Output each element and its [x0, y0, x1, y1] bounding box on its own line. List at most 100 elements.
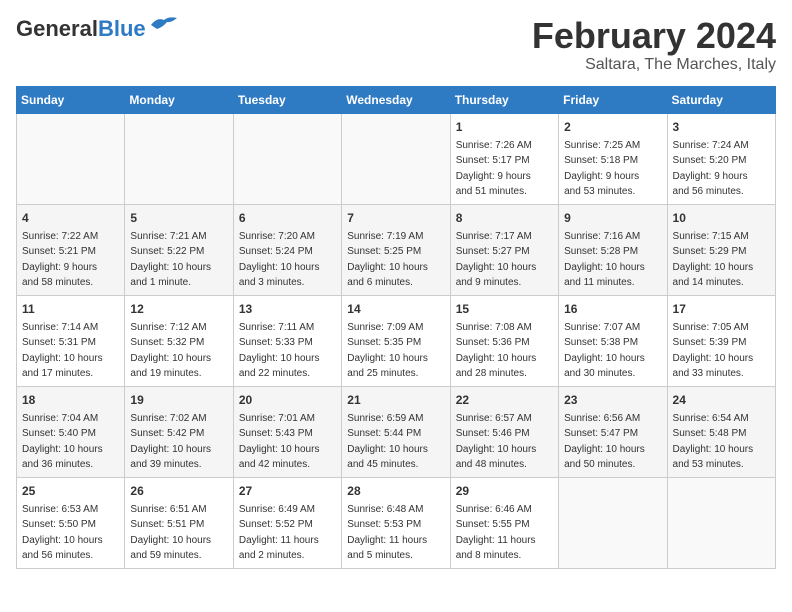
day-number: 23 — [564, 391, 661, 409]
day-info: Sunrise: 7:12 AMSunset: 5:32 PMDaylight:… — [130, 320, 227, 382]
day-number: 16 — [564, 300, 661, 318]
day-number: 8 — [456, 209, 553, 227]
day-info: Sunrise: 7:26 AMSunset: 5:17 PMDaylight:… — [456, 138, 553, 200]
day-of-week-header: Friday — [559, 86, 667, 113]
logo-general-text: General — [16, 16, 98, 42]
calendar-cell: 4 Sunrise: 7:22 AMSunset: 5:21 PMDaylight… — [17, 204, 125, 295]
calendar-cell: 12 Sunrise: 7:12 AMSunset: 5:32 PMDayligh… — [125, 295, 233, 386]
day-number: 26 — [130, 482, 227, 500]
day-of-week-header: Thursday — [450, 86, 558, 113]
calendar-cell: 18 Sunrise: 7:04 AMSunset: 5:40 PMDayligh… — [17, 386, 125, 477]
day-info: Sunrise: 6:54 AMSunset: 5:48 PMDaylight:… — [673, 411, 770, 473]
day-number: 29 — [456, 482, 553, 500]
day-of-week-header: Saturday — [667, 86, 775, 113]
day-number: 4 — [22, 209, 119, 227]
day-number: 9 — [564, 209, 661, 227]
location-title: Saltara, The Marches, Italy — [532, 56, 776, 74]
calendar-cell: 11Sunrise: 7:14 AMSunset: 5:31 PMDayligh… — [17, 295, 125, 386]
day-number: 17 — [673, 300, 770, 318]
day-info: Sunrise: 7:20 AMSunset: 5:24 PMDaylight:… — [239, 229, 336, 291]
calendar-cell: 28 Sunrise: 6:48 AMSunset: 5:53 PMDayligh… — [342, 477, 450, 568]
calendar-cell — [233, 113, 341, 204]
day-number: 3 — [673, 118, 770, 136]
calendar-cell: 29 Sunrise: 6:46 AMSunset: 5:55 PMDayligh… — [450, 477, 558, 568]
calendar-cell — [667, 477, 775, 568]
day-info: Sunrise: 7:09 AMSunset: 5:35 PMDaylight:… — [347, 320, 444, 382]
day-of-week-header: Tuesday — [233, 86, 341, 113]
title-block: February 2024 Saltara, The Marches, Ital… — [532, 16, 776, 74]
day-info: Sunrise: 7:25 AMSunset: 5:18 PMDaylight:… — [564, 138, 661, 200]
day-info: Sunrise: 7:07 AMSunset: 5:38 PMDaylight:… — [564, 320, 661, 382]
day-info: Sunrise: 7:21 AMSunset: 5:22 PMDaylight:… — [130, 229, 227, 291]
day-info: Sunrise: 6:46 AMSunset: 5:55 PMDaylight:… — [456, 502, 553, 564]
day-number: 25 — [22, 482, 119, 500]
calendar-table: SundayMondayTuesdayWednesdayThursdayFrid… — [16, 86, 776, 569]
calendar-cell: 23 Sunrise: 6:56 AMSunset: 5:47 PMDayligh… — [559, 386, 667, 477]
day-info: Sunrise: 7:15 AMSunset: 5:29 PMDaylight:… — [673, 229, 770, 291]
day-of-week-header: Monday — [125, 86, 233, 113]
calendar-cell: 2 Sunrise: 7:25 AMSunset: 5:18 PMDaylight… — [559, 113, 667, 204]
calendar-cell: 1 Sunrise: 7:26 AMSunset: 5:17 PMDaylight… — [450, 113, 558, 204]
day-info: Sunrise: 7:05 AMSunset: 5:39 PMDaylight:… — [673, 320, 770, 382]
day-number: 28 — [347, 482, 444, 500]
day-info: Sunrise: 6:59 AMSunset: 5:44 PMDaylight:… — [347, 411, 444, 473]
day-number: 10 — [673, 209, 770, 227]
day-info: Sunrise: 7:02 AMSunset: 5:42 PMDaylight:… — [130, 411, 227, 473]
day-number: 20 — [239, 391, 336, 409]
calendar-week-row: 11Sunrise: 7:14 AMSunset: 5:31 PMDayligh… — [17, 295, 776, 386]
day-number: 21 — [347, 391, 444, 409]
header-row: SundayMondayTuesdayWednesdayThursdayFrid… — [17, 86, 776, 113]
day-number: 2 — [564, 118, 661, 136]
day-number: 22 — [456, 391, 553, 409]
calendar-cell: 10 Sunrise: 7:15 AMSunset: 5:29 PMDayligh… — [667, 204, 775, 295]
day-of-week-header: Wednesday — [342, 86, 450, 113]
calendar-cell: 8 Sunrise: 7:17 AMSunset: 5:27 PMDaylight… — [450, 204, 558, 295]
day-number: 1 — [456, 118, 553, 136]
day-info: Sunrise: 7:04 AMSunset: 5:40 PMDaylight:… — [22, 411, 119, 473]
calendar-cell: 6 Sunrise: 7:20 AMSunset: 5:24 PMDaylight… — [233, 204, 341, 295]
calendar-cell: 16 Sunrise: 7:07 AMSunset: 5:38 PMDayligh… — [559, 295, 667, 386]
calendar-cell: 22Sunrise: 6:57 AMSunset: 5:46 PMDayligh… — [450, 386, 558, 477]
day-info: Sunrise: 7:17 AMSunset: 5:27 PMDaylight:… — [456, 229, 553, 291]
calendar-cell: 13 Sunrise: 7:11 AMSunset: 5:33 PMDayligh… — [233, 295, 341, 386]
day-number: 15 — [456, 300, 553, 318]
calendar-cell: 14 Sunrise: 7:09 AMSunset: 5:35 PMDayligh… — [342, 295, 450, 386]
day-info: Sunrise: 6:56 AMSunset: 5:47 PMDaylight:… — [564, 411, 661, 473]
day-number: 24 — [673, 391, 770, 409]
day-number: 13 — [239, 300, 336, 318]
logo: GeneralBlue — [16, 16, 179, 42]
calendar-cell: 24 Sunrise: 6:54 AMSunset: 5:48 PMDayligh… — [667, 386, 775, 477]
calendar-cell: 20 Sunrise: 7:01 AMSunset: 5:43 PMDayligh… — [233, 386, 341, 477]
calendar-cell: 15 Sunrise: 7:08 AMSunset: 5:36 PMDayligh… — [450, 295, 558, 386]
calendar-week-row: 4 Sunrise: 7:22 AMSunset: 5:21 PMDaylight… — [17, 204, 776, 295]
day-number: 6 — [239, 209, 336, 227]
calendar-cell — [125, 113, 233, 204]
day-number: 12 — [130, 300, 227, 318]
day-info: Sunrise: 7:11 AMSunset: 5:33 PMDaylight:… — [239, 320, 336, 382]
day-info: Sunrise: 6:49 AMSunset: 5:52 PMDaylight:… — [239, 502, 336, 564]
calendar-cell: 17 Sunrise: 7:05 AMSunset: 5:39 PMDayligh… — [667, 295, 775, 386]
day-info: Sunrise: 7:19 AMSunset: 5:25 PMDaylight:… — [347, 229, 444, 291]
day-info: Sunrise: 7:08 AMSunset: 5:36 PMDaylight:… — [456, 320, 553, 382]
calendar-cell: 25 Sunrise: 6:53 AMSunset: 5:50 PMDayligh… — [17, 477, 125, 568]
day-info: Sunrise: 6:48 AMSunset: 5:53 PMDaylight:… — [347, 502, 444, 564]
day-number: 7 — [347, 209, 444, 227]
day-info: Sunrise: 7:22 AMSunset: 5:21 PMDaylight:… — [22, 229, 119, 291]
day-info: Sunrise: 6:53 AMSunset: 5:50 PMDaylight:… — [22, 502, 119, 564]
day-number: 18 — [22, 391, 119, 409]
calendar-cell: 21 Sunrise: 6:59 AMSunset: 5:44 PMDayligh… — [342, 386, 450, 477]
day-number: 14 — [347, 300, 444, 318]
calendar-cell — [559, 477, 667, 568]
calendar-cell — [342, 113, 450, 204]
day-info: Sunrise: 7:16 AMSunset: 5:28 PMDaylight:… — [564, 229, 661, 291]
calendar-cell: 5 Sunrise: 7:21 AMSunset: 5:22 PMDaylight… — [125, 204, 233, 295]
day-info: Sunrise: 7:01 AMSunset: 5:43 PMDaylight:… — [239, 411, 336, 473]
calendar-week-row: 18 Sunrise: 7:04 AMSunset: 5:40 PMDayligh… — [17, 386, 776, 477]
calendar-cell: 26 Sunrise: 6:51 AMSunset: 5:51 PMDayligh… — [125, 477, 233, 568]
day-number: 5 — [130, 209, 227, 227]
month-title: February 2024 — [532, 16, 776, 56]
day-number: 11 — [22, 300, 119, 318]
calendar-cell: 9 Sunrise: 7:16 AMSunset: 5:28 PMDaylight… — [559, 204, 667, 295]
calendar-week-row: 1 Sunrise: 7:26 AMSunset: 5:17 PMDaylight… — [17, 113, 776, 204]
day-info: Sunrise: 6:51 AMSunset: 5:51 PMDaylight:… — [130, 502, 227, 564]
